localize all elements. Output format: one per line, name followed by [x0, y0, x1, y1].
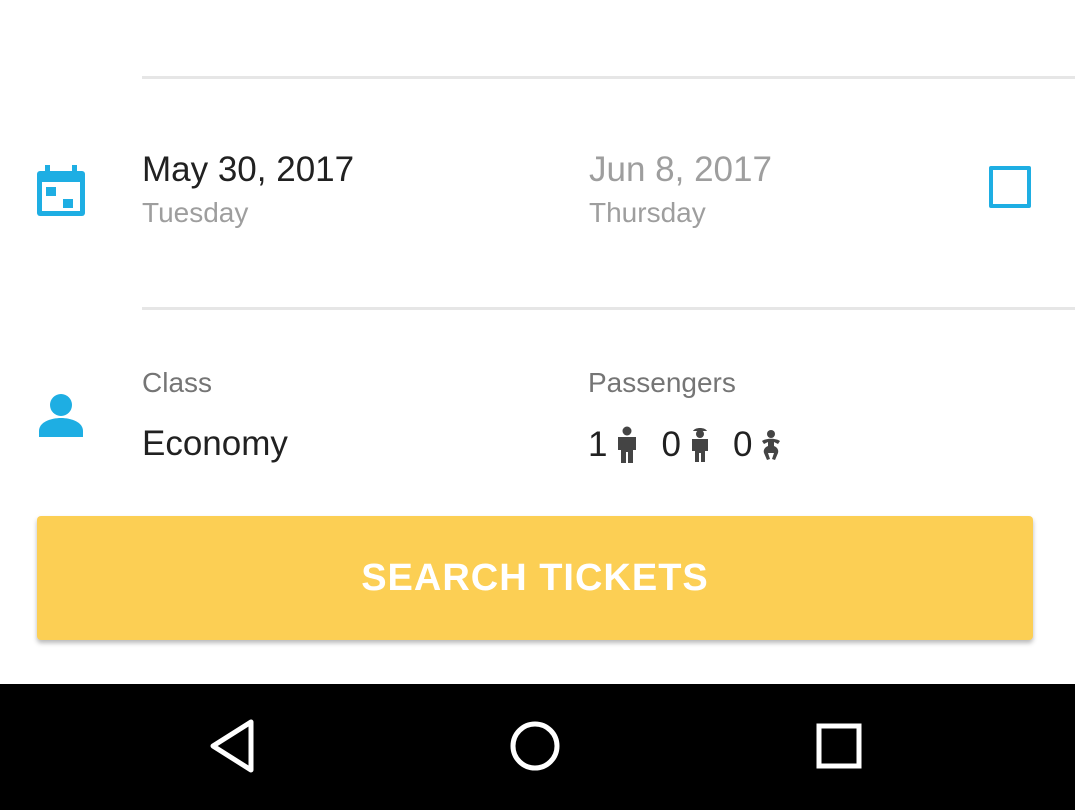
adult-icon	[615, 426, 639, 464]
search-tickets-label: SEARCH TICKETS	[361, 556, 709, 599]
depart-date-field[interactable]: May 30, 2017 Tuesday	[142, 150, 354, 230]
depart-date: May 30, 2017	[142, 150, 355, 189]
recents-icon[interactable]	[807, 714, 871, 778]
divider-top	[142, 76, 1075, 79]
child-icon	[689, 427, 711, 463]
calendar-icon	[36, 165, 86, 217]
class-label: Class	[142, 367, 213, 398]
return-date: Jun 8, 2017	[589, 150, 772, 189]
home-icon[interactable]	[503, 714, 567, 778]
infant-icon	[760, 429, 782, 461]
search-tickets-button[interactable]: SEARCH TICKETS	[37, 516, 1033, 640]
return-weekday: Thursday	[589, 197, 706, 228]
return-date-field[interactable]: Jun 8, 2017 Thursday	[589, 150, 772, 230]
infant-count: 0	[732, 425, 753, 464]
passengers-label: Passengers	[588, 367, 736, 398]
return-trip-checkbox[interactable]	[989, 166, 1031, 208]
depart-weekday: Tuesday	[142, 197, 249, 228]
flight-search-screen: May 30, 2017 Tuesday Jun 8, 2017 Thursda…	[0, 0, 1075, 810]
divider-middle	[142, 307, 1075, 310]
person-icon	[38, 392, 84, 438]
class-value[interactable]: Economy	[142, 424, 288, 464]
system-navigation-bar	[0, 684, 1075, 810]
adult-count: 1	[588, 425, 608, 464]
child-count: 0	[661, 425, 681, 464]
back-icon[interactable]	[203, 714, 267, 778]
passengers-selector[interactable]: 1 0 0	[588, 425, 804, 465]
